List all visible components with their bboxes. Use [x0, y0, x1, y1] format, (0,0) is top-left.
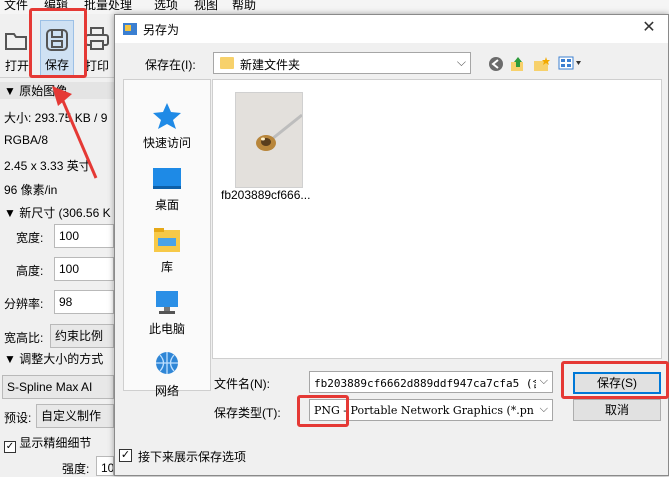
show-options-checkbox[interactable]: ✓ — [119, 449, 132, 462]
close-button[interactable]: ✕ — [636, 17, 662, 39]
highlight-box-filetype — [297, 395, 349, 427]
save-in-combo[interactable]: 新建文件夹 ⌵ — [213, 52, 471, 74]
menu-options[interactable]: 选项 — [154, 0, 178, 12]
new-folder-icon[interactable] — [533, 56, 551, 72]
strength-input[interactable]: 100.00 — [96, 456, 114, 476]
printer-icon — [85, 27, 109, 50]
place-quick-access[interactable]: 快速访问 — [124, 94, 210, 156]
place-desktop[interactable]: 桌面 — [124, 156, 210, 218]
aspect-select[interactable]: 约束比例 — [50, 324, 114, 348]
width-label: 宽度: — [16, 231, 44, 245]
place-label: 网络 — [154, 384, 179, 398]
save-in-value: 新建文件夹 — [240, 58, 301, 72]
desktop-icon — [153, 168, 181, 189]
close-icon: ✕ — [642, 19, 656, 36]
preset-select[interactable]: 自定义制作 — [36, 404, 114, 428]
menu-help[interactable]: 帮助 — [232, 0, 256, 12]
dialog-title: 另存为 — [143, 23, 180, 37]
menu-file[interactable]: 文件 — [4, 0, 28, 12]
strength-label: 强度: — [62, 462, 90, 476]
resize-method-select[interactable]: S-Spline Max AI — [2, 375, 114, 399]
show-details-label: 显示精细细节 — [19, 436, 92, 450]
computer-icon — [156, 291, 178, 314]
dpi-input[interactable]: 98 — [54, 290, 114, 314]
place-label: 快速访问 — [142, 136, 191, 150]
places-sidebar: 快速访问 桌面 库 此电脑 网络 — [123, 79, 211, 398]
chevron-down-icon[interactable]: ⌵ — [540, 403, 548, 416]
filetype-label: 保存类型(T): — [214, 406, 281, 420]
color-mode-text: RGBA/8 — [4, 133, 49, 147]
aspect-label: 宽高比: — [4, 331, 44, 345]
menu-bar: 文件 编辑 批量处理 选项 视图 帮助 — [0, 0, 669, 14]
folder-icon — [220, 57, 234, 69]
height-input[interactable]: 100 — [54, 257, 114, 281]
filename-input[interactable]: fb203889cf6662d889ddf947ca7cfa5 (含水 ⌵ — [309, 371, 553, 393]
place-network[interactable]: 网络 — [124, 342, 210, 404]
place-label: 库 — [160, 260, 173, 274]
menu-view[interactable]: 视图 — [194, 0, 218, 12]
show-options-label: 接下来展示保存选项 — [138, 450, 247, 464]
highlight-box-save-button — [561, 361, 669, 399]
back-icon[interactable] — [487, 56, 505, 72]
open-folder-icon — [5, 33, 27, 50]
file-thumbnail[interactable] — [235, 92, 303, 188]
new-size-section[interactable]: ▼ 新尺寸 (306.56 K — [4, 204, 111, 221]
highlight-box-toolbar-save — [29, 8, 87, 78]
show-details-option[interactable]: ✓ 显示精细细节 — [4, 434, 91, 453]
place-library[interactable]: 库 — [124, 218, 210, 280]
chevron-down-icon: ⌵ — [456, 55, 466, 69]
place-label: 桌面 — [154, 198, 179, 212]
new-size-header: 新尺寸 (306.56 K — [19, 206, 111, 220]
resize-method-header: 调整大小的方式 — [19, 352, 104, 366]
annotation-arrow — [52, 86, 98, 179]
app-logo-icon — [123, 23, 137, 35]
image-thumbnail — [236, 93, 302, 187]
star-icon — [153, 103, 181, 129]
show-details-checkbox[interactable]: ✓ — [4, 441, 16, 453]
save-in-label: 保存在(I): — [145, 58, 196, 72]
up-folder-icon[interactable] — [509, 56, 527, 72]
filename-label: 文件名(N): — [214, 377, 270, 391]
chevron-down-icon[interactable]: ⌵ — [540, 375, 548, 388]
filename-value: fb203889cf6662d889ddf947ca7cfa5 (含水 — [314, 377, 536, 390]
dpi-label: 分辨率: — [4, 297, 44, 311]
file-list: fb203889cf666... — [212, 79, 662, 359]
place-this-pc[interactable]: 此电脑 — [124, 280, 210, 342]
preset-label: 预设: — [4, 411, 32, 425]
place-label: 此电脑 — [148, 322, 185, 336]
cancel-button[interactable]: 取消 — [573, 399, 661, 421]
view-menu-icon[interactable] — [557, 56, 583, 72]
save-as-dialog: 另存为 ✕ 保存在(I): 新建文件夹 ⌵ 快速访问 桌面 库 此电脑 网络 f… — [114, 14, 669, 476]
resize-method-section[interactable]: ▼ 调整大小的方式 — [4, 350, 103, 367]
file-name-label: fb203889cf666... — [221, 188, 311, 202]
library-icon — [154, 228, 180, 252]
menu-batch[interactable]: 批量处理 — [84, 0, 132, 12]
height-label: 高度: — [16, 264, 44, 278]
dialog-titlebar[interactable]: 另存为 ✕ — [115, 15, 668, 43]
width-input[interactable]: 100 — [54, 224, 114, 248]
network-globe-icon — [156, 352, 178, 374]
